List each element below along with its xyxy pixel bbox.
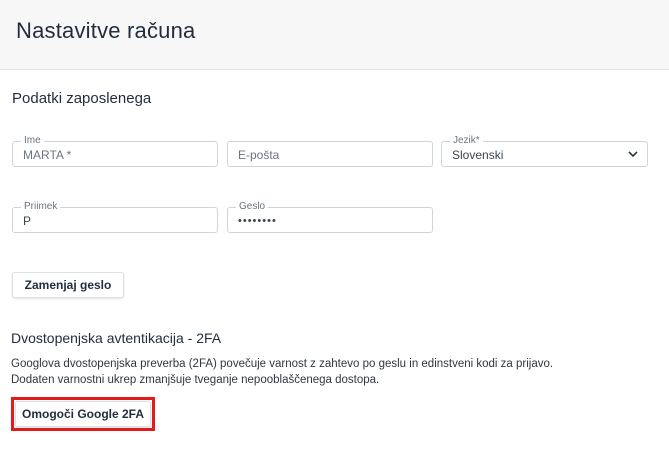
surname-field-value: P [23, 214, 32, 228]
name-field[interactable]: Ime MARTA * [12, 135, 218, 167]
page-title: Nastavitve računa [16, 18, 196, 43]
name-field-value: MARTA * [23, 148, 72, 162]
twofa-description-line1: Googlova dvostopenjska preverba (2FA) po… [11, 358, 554, 370]
language-select-value: Slovenski [452, 148, 504, 162]
surname-field[interactable]: Priimek P [12, 201, 218, 233]
email-field-placeholder: E-pošta [238, 148, 280, 162]
password-field-value: •••••••• [238, 215, 277, 227]
chevron-down-icon [628, 151, 638, 158]
twofa-description-line2: Dodaten varnostni ukrep zmanjšuje tvegan… [11, 374, 380, 386]
employee-section-title: Podatki zaposlenega [12, 90, 152, 107]
email-field[interactable]: E-pošta [227, 141, 433, 167]
language-select-label: Jezik* [450, 135, 483, 147]
language-select[interactable]: Jezik* Slovenski [441, 135, 648, 167]
change-password-button[interactable]: Zamenjaj geslo [12, 272, 124, 298]
name-field-label: Ime [21, 135, 44, 147]
password-field-label: Geslo [236, 201, 269, 213]
twofa-section-title: Dvostopenjska avtentikacija - 2FA [11, 330, 222, 346]
surname-field-label: Priimek [21, 201, 61, 213]
enable-google-2fa-button[interactable]: Omogoči Google 2FA [15, 401, 151, 427]
password-field[interactable]: Geslo •••••••• [227, 201, 433, 233]
page-header: Nastavitve računa [0, 0, 669, 70]
